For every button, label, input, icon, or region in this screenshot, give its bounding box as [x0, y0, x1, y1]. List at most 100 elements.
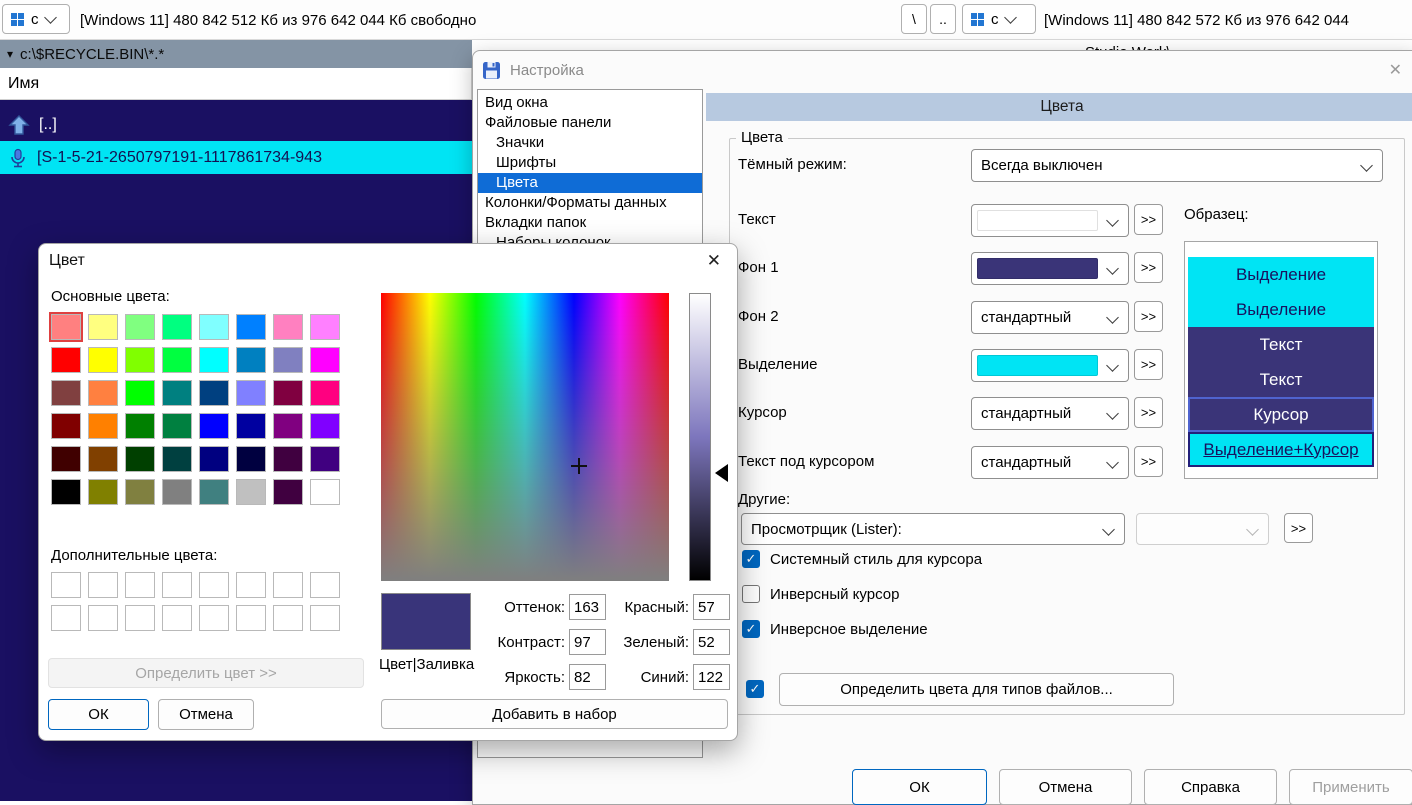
- color-swatch[interactable]: [199, 314, 229, 340]
- others-color-combo[interactable]: [1136, 513, 1269, 545]
- color-swatch[interactable]: [273, 479, 303, 505]
- color-swatch[interactable]: [125, 413, 155, 439]
- settings-apply-button[interactable]: Применить: [1289, 769, 1412, 805]
- settings-help-button[interactable]: Справка: [1144, 769, 1277, 805]
- color-swatch[interactable]: [310, 605, 340, 631]
- color-swatch[interactable]: [199, 380, 229, 406]
- color-swatch[interactable]: [125, 479, 155, 505]
- color-swatch[interactable]: [310, 479, 340, 505]
- define-filetype-colors-button[interactable]: Определить цвета для типов файлов...: [779, 673, 1174, 706]
- color-swatch[interactable]: [236, 413, 266, 439]
- color-swatch[interactable]: [310, 380, 340, 406]
- text-under-cursor-combo[interactable]: стандартный: [971, 446, 1129, 479]
- color-swatch[interactable]: [273, 446, 303, 472]
- color-swatch[interactable]: [310, 347, 340, 373]
- parent-dir-button[interactable]: ..: [930, 4, 956, 34]
- settings-nav-item[interactable]: Цвета: [478, 173, 702, 193]
- color-swatch[interactable]: [199, 446, 229, 472]
- color-swatch[interactable]: [88, 314, 118, 340]
- color-swatch[interactable]: [273, 314, 303, 340]
- others-more-button[interactable]: >>: [1284, 513, 1313, 543]
- color-swatch[interactable]: [49, 312, 83, 342]
- color-swatch[interactable]: [199, 347, 229, 373]
- right-drive-selector[interactable]: c: [962, 4, 1036, 34]
- color-swatch[interactable]: [310, 413, 340, 439]
- checkbox-row[interactable]: ✓ Системный стиль для курсора: [742, 549, 1162, 569]
- color-swatch[interactable]: [273, 572, 303, 598]
- define-custom-color-button[interactable]: Определить цвет >>: [48, 658, 364, 688]
- color-swatch[interactable]: [162, 446, 192, 472]
- color-swatch[interactable]: [51, 479, 81, 505]
- file-row-up[interactable]: [..]: [0, 108, 472, 141]
- color-swatch[interactable]: [125, 314, 155, 340]
- cursor-more-button[interactable]: >>: [1134, 397, 1163, 428]
- color-swatch[interactable]: [162, 347, 192, 373]
- checkbox[interactable]: ✓: [742, 550, 760, 568]
- color-swatch[interactable]: [162, 605, 192, 631]
- selection-combo[interactable]: [971, 349, 1129, 382]
- color-swatch[interactable]: [162, 413, 192, 439]
- color-swatch[interactable]: [310, 314, 340, 340]
- settings-nav-item[interactable]: Файловые панели: [478, 113, 702, 133]
- luminance-bar[interactable]: [689, 293, 711, 581]
- green-input[interactable]: 52: [693, 629, 730, 655]
- color-swatch[interactable]: [273, 347, 303, 373]
- color-swatch[interactable]: [236, 572, 266, 598]
- color-swatch[interactable]: [88, 347, 118, 373]
- color-swatch[interactable]: [236, 380, 266, 406]
- left-path-bar[interactable]: ▾ c:\$RECYCLE.BIN\*.*: [0, 40, 472, 68]
- color-swatch[interactable]: [88, 605, 118, 631]
- color-swatch[interactable]: [273, 380, 303, 406]
- color-swatch[interactable]: [125, 380, 155, 406]
- color-swatch[interactable]: [199, 572, 229, 598]
- checkbox[interactable]: [742, 585, 760, 603]
- color-swatch[interactable]: [162, 479, 192, 505]
- color-swatch[interactable]: [88, 446, 118, 472]
- color-swatch[interactable]: [310, 572, 340, 598]
- color-swatch[interactable]: [88, 413, 118, 439]
- color-swatch[interactable]: [125, 605, 155, 631]
- bg2-combo[interactable]: стандартный: [971, 301, 1129, 334]
- others-combo[interactable]: Просмотрщик (Lister):: [741, 513, 1125, 545]
- bg1-more-button[interactable]: >>: [1134, 252, 1163, 283]
- selection-more-button[interactable]: >>: [1134, 349, 1163, 380]
- settings-titlebar[interactable]: Настройка ✕: [473, 51, 1412, 89]
- color-swatch[interactable]: [88, 479, 118, 505]
- color-swatch[interactable]: [162, 314, 192, 340]
- red-input[interactable]: 57: [693, 594, 730, 620]
- add-to-custom-button[interactable]: Добавить в набор: [381, 699, 728, 729]
- checkbox[interactable]: ✓: [742, 620, 760, 638]
- color-ok-button[interactable]: ОК: [48, 699, 149, 730]
- left-drive-selector[interactable]: c: [2, 4, 70, 34]
- color-swatch[interactable]: [236, 347, 266, 373]
- color-swatch[interactable]: [88, 572, 118, 598]
- bg1-combo[interactable]: [971, 252, 1129, 285]
- bg2-more-button[interactable]: >>: [1134, 301, 1163, 332]
- color-swatch[interactable]: [310, 446, 340, 472]
- color-cancel-button[interactable]: Отмена: [158, 699, 254, 730]
- close-icon[interactable]: ✕: [1389, 60, 1402, 80]
- settings-nav-item[interactable]: Шрифты: [478, 153, 702, 173]
- color-swatch[interactable]: [273, 605, 303, 631]
- color-swatch[interactable]: [199, 479, 229, 505]
- checkbox-row[interactable]: ✓ Инверсное выделение: [742, 619, 1162, 639]
- name-column-header[interactable]: Имя: [0, 68, 472, 100]
- settings-nav-item[interactable]: Вид окна: [478, 93, 702, 113]
- file-row-selected[interactable]: [S-1-5-21-2650797191-1117861734-943: [0, 141, 472, 174]
- color-swatch[interactable]: [88, 380, 118, 406]
- color-swatch[interactable]: [273, 413, 303, 439]
- color-swatch[interactable]: [236, 605, 266, 631]
- color-swatch[interactable]: [199, 413, 229, 439]
- text-color-combo[interactable]: [971, 204, 1129, 237]
- settings-ok-button[interactable]: ОК: [852, 769, 987, 805]
- color-swatch[interactable]: [51, 347, 81, 373]
- root-dir-button[interactable]: \: [901, 4, 927, 34]
- path-dropdown-icon[interactable]: ▾: [7, 47, 13, 61]
- color-swatch[interactable]: [51, 413, 81, 439]
- checkbox-row[interactable]: Инверсный курсор: [742, 584, 1162, 604]
- settings-nav-item[interactable]: Значки: [478, 133, 702, 153]
- blue-input[interactable]: 122: [693, 664, 730, 690]
- settings-nav-item[interactable]: Колонки/Форматы данных: [478, 193, 702, 213]
- color-swatch[interactable]: [51, 572, 81, 598]
- filetype-colors-checkbox[interactable]: ✓: [746, 680, 764, 698]
